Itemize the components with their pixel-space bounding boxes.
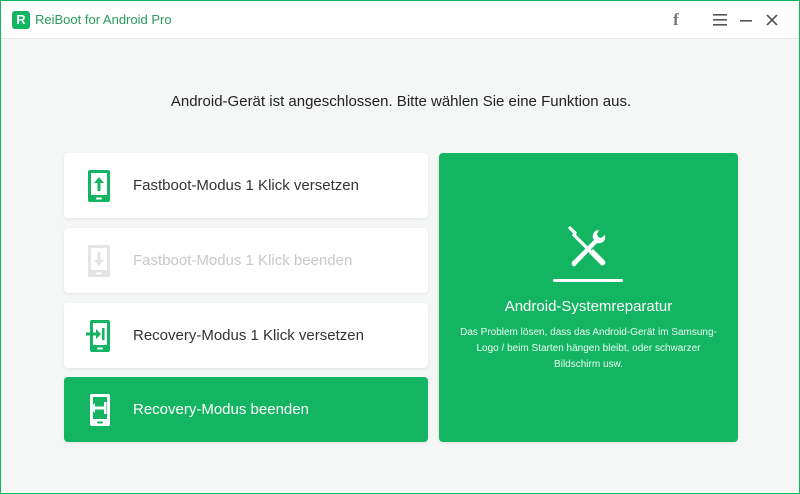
title-bar: R ReiBoot for Android Pro f	[1, 1, 799, 39]
phone-exit-icon	[86, 393, 112, 427]
repair-divider	[553, 279, 623, 282]
fastboot-enter-label: Fastboot-Modus 1 Klick versetzen	[133, 177, 359, 194]
phone-arrow-down-icon	[86, 244, 112, 278]
instruction-text: Android-Gerät ist angeschlossen. Bitte w…	[170, 93, 632, 110]
app-window: R ReiBoot for Android Pro f Android-Gerä…	[0, 0, 800, 494]
fastboot-enter-button[interactable]: Fastboot-Modus 1 Klick versetzen	[64, 153, 428, 218]
wrench-screwdriver-icon	[566, 226, 608, 268]
android-system-repair-button[interactable]: Android-Systemreparatur Das Problem löse…	[439, 153, 738, 442]
facebook-icon[interactable]: f	[665, 9, 687, 31]
hamburger-menu-icon[interactable]	[709, 9, 731, 31]
app-logo-icon: R	[12, 11, 30, 29]
recovery-exit-label: Recovery-Modus beenden	[133, 401, 309, 418]
close-icon[interactable]	[761, 9, 783, 31]
recovery-enter-button[interactable]: Recovery-Modus 1 Klick versetzen	[64, 303, 428, 368]
repair-title: Android-Systemreparatur	[504, 298, 673, 315]
repair-description: Das Problem lösen, dass das Android-Gerä…	[460, 327, 717, 370]
recovery-exit-button[interactable]: Recovery-Modus beenden	[64, 377, 428, 442]
phone-arrow-up-icon	[86, 169, 112, 203]
phone-enter-icon	[86, 319, 112, 353]
app-title: ReiBoot for Android Pro	[35, 12, 172, 27]
recovery-enter-label: Recovery-Modus 1 Klick versetzen	[133, 327, 364, 344]
fastboot-exit-label: Fastboot-Modus 1 Klick beenden	[133, 252, 353, 269]
fastboot-exit-button[interactable]: Fastboot-Modus 1 Klick beenden	[64, 228, 428, 293]
minimize-icon[interactable]	[735, 9, 757, 31]
